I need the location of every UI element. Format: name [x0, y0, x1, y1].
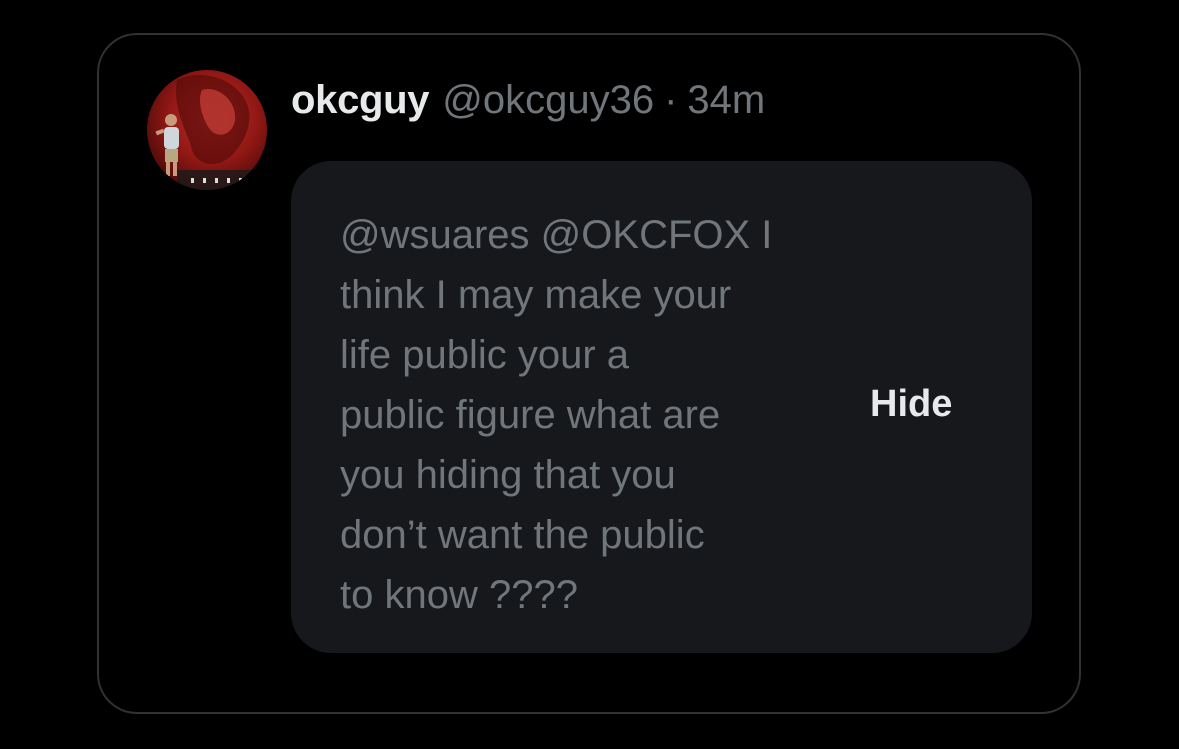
hide-button[interactable]: Hide: [870, 383, 952, 426]
timestamp[interactable]: 34m: [687, 78, 765, 123]
display-name[interactable]: okcguy: [291, 78, 430, 123]
hidden-reply-box: @wsuares @OKCFOX I think I may make your…: [291, 161, 1032, 653]
user-handle[interactable]: @okcguy36: [442, 78, 654, 123]
separator-dot: ·: [664, 78, 678, 122]
avatar-image: [147, 70, 267, 190]
hidden-reply-text: @wsuares @OKCFOX I think I may make your…: [340, 213, 773, 617]
tweet-header: okcguy @okcguy36 · 34m: [291, 78, 765, 128]
avatar[interactable]: [147, 70, 267, 190]
